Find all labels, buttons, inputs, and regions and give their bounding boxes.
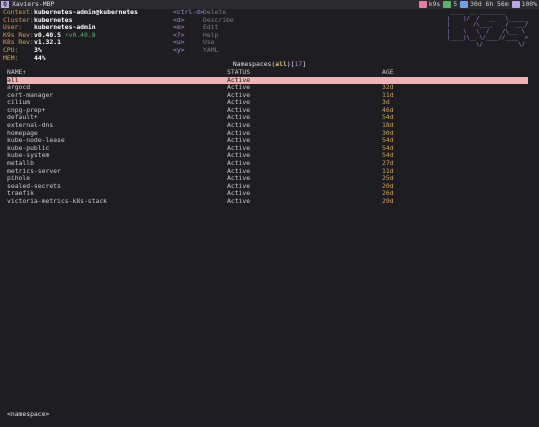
table-row[interactable]: metallb Active 27d [7, 159, 528, 168]
workspace-badge[interactable]: Q [1, 1, 9, 8]
row-age: 29d [382, 197, 394, 205]
table-row[interactable]: kube-system Active 54d [7, 152, 528, 160]
table-row[interactable]: cnpg-prep+ Active 46d [7, 106, 528, 115]
table-row[interactable]: victoria-metrics-k8s-stack Active 29d [7, 197, 528, 206]
shortcut-key: <y> [173, 45, 185, 54]
table-row[interactable]: all Active [7, 76, 528, 85]
table-row[interactable]: homepage Active 30d [7, 129, 528, 138]
terminal-icon [443, 1, 452, 9]
k9s-update-available: ⚡v0.40.8 [64, 30, 96, 39]
table-row[interactable]: sealed-secrets Active 20d [7, 182, 528, 191]
status-item-label: k9s [428, 0, 441, 8]
shortcut-hints: <ctrl-d>Delete <d> Describe <e> Edit <?> Help <… [173, 8, 234, 55]
shortcut-item: <y> YAML [173, 45, 234, 55]
status-item: 30d 6h 56m [460, 0, 509, 9]
app-icon [418, 1, 427, 9]
table-filter: all [275, 60, 287, 68]
header-age[interactable]: AGE [382, 68, 394, 77]
table-row[interactable]: argocd Active 32d [7, 83, 528, 92]
table-row[interactable]: pihole Active 25d [7, 175, 528, 183]
table-count: 17 [294, 60, 303, 68]
row-status: Active [227, 197, 251, 205]
row-name: victoria-metrics-k8s-stack [7, 197, 108, 205]
table-row[interactable]: metrics-server Active 11d [7, 167, 528, 176]
table-header: NAME↑ STATUS AGE [7, 68, 528, 77]
clock-icon [460, 1, 469, 9]
table-row[interactable]: kube-public Active 54d [7, 144, 528, 153]
k9s-logo: ____ __ ________ | |/ / __ \______ | /\_… [447, 9, 529, 48]
breadcrumb[interactable]: <namespace> [7, 410, 49, 419]
status-item: 5 [443, 0, 458, 9]
status-item: k9s [418, 0, 441, 9]
table-row[interactable]: cilium Active 3d [7, 99, 528, 107]
table-row[interactable]: external-dns Active 18d [7, 121, 528, 130]
battery-icon [511, 1, 520, 9]
table-row[interactable]: cert-manager Active 11d [7, 91, 528, 100]
namespace-table: all Active argocd Active 32d cert-manager Acti… [7, 76, 528, 206]
table-row[interactable]: default+ Active 54d [7, 114, 528, 122]
shortcut-label: YAML [203, 45, 219, 54]
cluster-info-panel: Context:kubernetes-admin@kubernetes Clus… [3, 8, 138, 62]
status-item-label: 100% [521, 0, 537, 8]
status-item-label: 30d 6h 56m [470, 0, 509, 8]
table-row[interactable]: kube-node-lease Active 54d [7, 137, 528, 145]
status-item: 100% [511, 0, 537, 9]
status-item-label: 5 [453, 0, 458, 8]
table-title: Namespaces(all)[17] [232, 60, 307, 68]
status-indicators: k9s 5 30d 6h 56m 100% [418, 0, 537, 9]
table-title-text: Namespaces [232, 60, 272, 68]
